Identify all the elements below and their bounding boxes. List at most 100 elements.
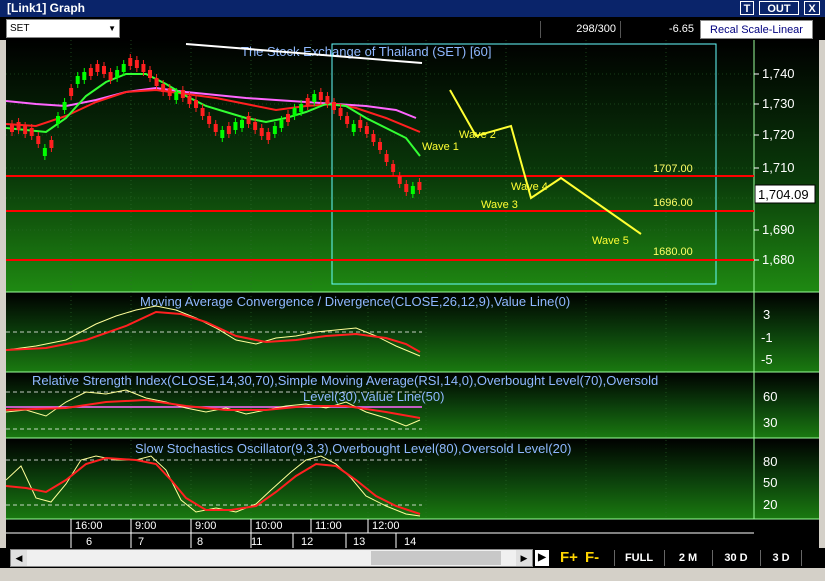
candle-body	[384, 154, 389, 162]
range-30d-button[interactable]: 30 D	[712, 550, 759, 566]
date-tick: 6	[86, 536, 92, 548]
candle-body	[364, 126, 369, 134]
candle-body	[286, 114, 290, 122]
candle-body	[69, 88, 74, 96]
scroll-end-icon[interactable]: ▶	[535, 550, 549, 566]
wave-label: Wave 4	[511, 181, 548, 193]
macd-tick: -1	[761, 330, 773, 345]
current-price: 1,704.09	[758, 187, 809, 202]
window-titlebar: [Link1] Graph	[0, 0, 825, 17]
level-label: 1707.00	[653, 163, 693, 175]
candle-body	[187, 96, 192, 104]
candle-body	[253, 122, 258, 130]
candle-body	[128, 58, 133, 66]
candle-body	[378, 142, 382, 150]
scroll-right-icon[interactable]: ▶	[516, 550, 532, 566]
candle-body	[56, 116, 60, 124]
candle-body	[82, 72, 87, 80]
window-title: [Link1] Graph	[7, 1, 86, 15]
candle-body	[325, 96, 330, 104]
time-tick: 11:00	[315, 520, 342, 532]
date-tick: 13	[353, 536, 365, 548]
candle-body	[49, 140, 54, 148]
range-3d-button[interactable]: 3 D	[760, 550, 802, 566]
candle-body	[10, 124, 14, 132]
stoch-tick: 50	[763, 475, 777, 490]
candle-body	[292, 108, 297, 116]
window-button-out[interactable]: OUT	[759, 1, 799, 15]
price-tick: 1,710	[762, 160, 795, 175]
candle-body	[266, 132, 271, 140]
price-tick: 1,690	[762, 222, 795, 237]
candle-body	[240, 120, 244, 128]
candle-body	[174, 92, 179, 100]
candle-body	[371, 134, 376, 142]
recal-scale-button[interactable]: Recal Scale-Linear	[700, 20, 813, 39]
date-tick: 14	[404, 536, 416, 548]
symbol-value: SET	[10, 23, 30, 34]
candle-body	[207, 116, 212, 124]
candle-body	[154, 78, 159, 86]
candle-body	[36, 136, 41, 144]
candle-body	[318, 92, 323, 100]
candle-body	[312, 94, 317, 102]
candle-body	[102, 66, 106, 74]
bar-count: 298/300	[540, 21, 620, 38]
candle-body	[161, 84, 166, 92]
candle-body	[272, 126, 277, 134]
chevron-down-icon[interactable]: ▼	[108, 20, 116, 37]
stoch-tick: 80	[763, 454, 777, 469]
symbol-select[interactable]: SET ▼	[6, 19, 120, 38]
candle-body	[62, 102, 67, 110]
price-change: -6.65	[620, 21, 698, 38]
candle-body	[417, 182, 422, 190]
price-tick: 1,730	[762, 96, 795, 111]
stoch-title: Slow Stochastics Oscillator(9,3,3),Overb…	[135, 441, 571, 456]
candle-body	[246, 116, 251, 124]
window-close-button[interactable]: X	[804, 1, 820, 15]
price-tick: 1,680	[762, 252, 795, 267]
wave-label: Wave 1	[422, 141, 459, 153]
zoom-out-button[interactable]: F-	[585, 550, 599, 566]
stoch-tick: 20	[763, 497, 777, 512]
scroll-thumb[interactable]	[371, 551, 501, 565]
candle-body	[410, 186, 415, 194]
candle-body	[121, 64, 126, 72]
wave-label: Wave 2	[459, 129, 496, 141]
candle-body	[29, 128, 34, 136]
candle-body	[345, 116, 350, 124]
candle-body	[404, 184, 409, 192]
candle-body	[180, 90, 185, 98]
time-tick: 16:00	[75, 520, 103, 532]
zoom-in-button[interactable]: F+	[560, 550, 578, 566]
candle-body	[220, 130, 225, 138]
date-tick: 11	[251, 536, 262, 548]
candle-body	[391, 164, 396, 172]
candle-body	[115, 70, 120, 78]
time-tick: 12:00	[372, 520, 400, 532]
candle-body	[279, 120, 284, 128]
macd-tick: 3	[763, 307, 770, 322]
candle-body	[75, 76, 80, 84]
time-scrollbar[interactable]: ◀ ▶	[10, 549, 533, 567]
candle-body	[42, 148, 47, 156]
candle-body	[332, 102, 336, 110]
scroll-left-icon[interactable]: ◀	[11, 550, 27, 566]
range-full-button[interactable]: FULL	[614, 550, 663, 566]
wave-label: Wave 5	[592, 235, 629, 247]
candle-body	[305, 98, 310, 106]
date-tick: 12	[301, 536, 313, 548]
candle-body	[200, 108, 205, 116]
rsi-title-line2: Level(30),Value Line(50)	[303, 389, 444, 404]
candle-body	[108, 72, 113, 80]
chart-area[interactable]: 1,740 1,730 1,720 1,710 1,690 1,680 1,70…	[5, 40, 819, 548]
level-label: 1696.00	[653, 197, 693, 209]
price-tick: 1,720	[762, 127, 795, 142]
range-2m-button[interactable]: 2 M	[664, 550, 711, 566]
macd-title: Moving Average Convergence / Divergence(…	[140, 294, 570, 309]
candle-body	[226, 126, 231, 134]
date-tick: 7	[138, 536, 144, 548]
rsi-tick: 30	[763, 415, 777, 430]
candle-body	[259, 128, 264, 136]
window-button-t[interactable]: T	[740, 1, 754, 15]
